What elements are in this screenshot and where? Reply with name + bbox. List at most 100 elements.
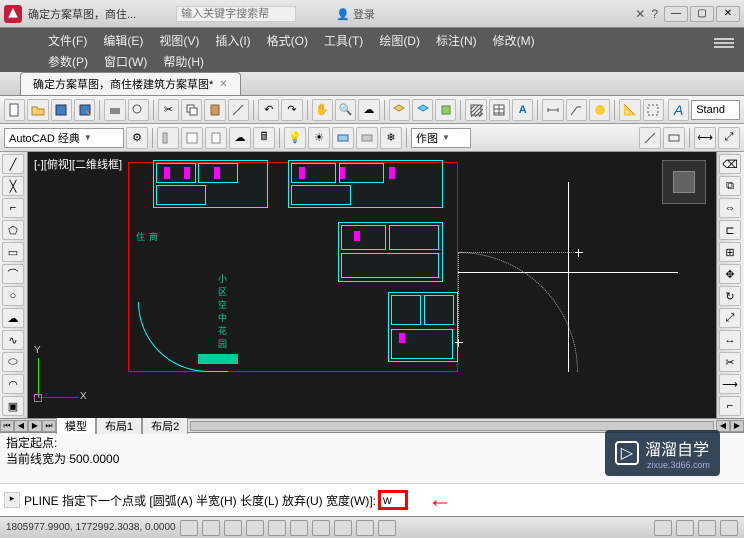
menu-expand-icon[interactable] <box>714 36 734 52</box>
stretch-tool-icon[interactable]: ↔ <box>719 330 741 350</box>
light-icon[interactable]: 💡 <box>284 127 306 149</box>
leader-icon[interactable] <box>566 99 587 121</box>
line-icon[interactable] <box>639 127 661 149</box>
tab-next-icon[interactable]: ▶ <box>28 420 42 432</box>
menu-tools[interactable]: 工具(T) <box>316 30 371 51</box>
menu-view[interactable]: 视图(V) <box>151 30 207 51</box>
select-icon[interactable] <box>643 99 664 121</box>
lwt-toggle[interactable] <box>356 520 374 536</box>
minimize-button[interactable]: — <box>664 6 688 22</box>
layer-off-icon[interactable] <box>356 127 378 149</box>
copy-icon[interactable] <box>181 99 202 121</box>
markup-icon[interactable]: ☁ <box>229 127 251 149</box>
tab-layout1[interactable]: 布局1 <box>96 417 142 434</box>
tab-model[interactable]: 模型 <box>56 417 96 434</box>
app-icon[interactable] <box>4 5 22 23</box>
share-icon[interactable]: ✕ <box>635 7 645 21</box>
offset-tool-icon[interactable]: ⊏ <box>719 220 741 240</box>
drawing-tool-combo[interactable]: 作图 ▼ <box>411 128 471 148</box>
rotate-tool-icon[interactable]: ↻ <box>719 286 741 306</box>
preview-icon[interactable] <box>128 99 149 121</box>
open-icon[interactable] <box>27 99 48 121</box>
scale-tool-icon[interactable]: ⤢ <box>719 308 741 328</box>
menu-help[interactable]: 帮助(H) <box>155 51 212 72</box>
measure-icon[interactable]: 📐 <box>619 99 640 121</box>
command-line[interactable]: ▸ PLINE 指定下一个点或 [圆弧(A) 半宽(H) 长度(L) 放弃(U)… <box>0 483 744 516</box>
calc-icon[interactable]: 🖩 <box>253 127 275 149</box>
erase-tool-icon[interactable]: ⌫ <box>719 154 741 174</box>
render-icon[interactable] <box>589 99 610 121</box>
print-icon[interactable] <box>104 99 125 121</box>
maximize-button[interactable]: ▢ <box>690 6 714 22</box>
command-input[interactable]: w <box>378 490 408 510</box>
zoom-icon[interactable]: 🔍 <box>335 99 356 121</box>
new-icon[interactable] <box>4 99 25 121</box>
style-combo[interactable]: Stand <box>691 100 740 120</box>
pline-tool-icon[interactable]: ⌐ <box>2 198 24 218</box>
menu-insert[interactable]: 插入(I) <box>207 30 258 51</box>
block-icon[interactable] <box>435 99 456 121</box>
menu-file[interactable]: 文件(F) <box>40 30 95 51</box>
text-icon[interactable]: A <box>512 99 533 121</box>
clean-screen[interactable] <box>720 520 738 536</box>
coordinates-readout[interactable]: 1805977.9900, 1772992.3038, 0.0000 <box>6 522 176 533</box>
cut-icon[interactable]: ✂ <box>158 99 179 121</box>
command-icon[interactable]: ▸ <box>4 492 20 508</box>
viewport-label[interactable]: [-][俯视][二维线框] <box>34 156 122 172</box>
layer-icon[interactable] <box>389 99 410 121</box>
arc-tool-icon[interactable]: ⌒ <box>2 264 24 284</box>
paste-icon[interactable] <box>204 99 225 121</box>
layer-prop-icon[interactable] <box>412 99 433 121</box>
mirror-tool-icon[interactable]: ⇔ <box>719 198 741 218</box>
save-icon[interactable] <box>51 99 72 121</box>
line-tool-icon[interactable]: ╱ <box>2 154 24 174</box>
copy-tool-icon[interactable]: ⧉ <box>719 176 741 196</box>
otrack-toggle[interactable] <box>290 520 308 536</box>
dim-linear-icon[interactable]: ⟷ <box>694 127 716 149</box>
match-icon[interactable] <box>228 99 249 121</box>
spline-tool-icon[interactable]: ∿ <box>2 330 24 350</box>
menu-parametric[interactable]: 参数(P) <box>40 51 96 72</box>
tool-palette-icon[interactable] <box>157 127 179 149</box>
tab-close-icon[interactable]: ✕ <box>219 79 227 90</box>
layer-state-icon[interactable] <box>332 127 354 149</box>
polygon-tool-icon[interactable]: ⬠ <box>2 220 24 240</box>
horizontal-scrollbar[interactable] <box>190 421 714 431</box>
dyn-toggle[interactable] <box>334 520 352 536</box>
cloud-icon[interactable]: ☁ <box>358 99 379 121</box>
freeze-icon[interactable]: ❄ <box>380 127 402 149</box>
osnap-toggle[interactable] <box>268 520 286 536</box>
workspace-settings-icon[interactable]: ⚙ <box>126 127 148 149</box>
drawing-canvas[interactable]: [-][俯视][二维线框] <box>28 152 716 418</box>
login-button[interactable]: 👤 登录 <box>336 6 375 22</box>
workspace-switch[interactable] <box>698 520 716 536</box>
workspace-combo[interactable]: AutoCAD 经典 ▼ <box>4 128 124 148</box>
hatch-icon[interactable] <box>465 99 486 121</box>
grid-toggle[interactable] <box>202 520 220 536</box>
menu-window[interactable]: 窗口(W) <box>96 51 155 72</box>
tab-prev-icon[interactable]: ◀ <box>14 420 28 432</box>
revcloud-tool-icon[interactable]: ☁ <box>2 308 24 328</box>
rect-icon[interactable] <box>663 127 685 149</box>
extend-tool-icon[interactable]: ⟶ <box>719 374 741 394</box>
rectangle-tool-icon[interactable]: ▭ <box>2 242 24 262</box>
move-tool-icon[interactable]: ✥ <box>719 264 741 284</box>
tab-first-icon[interactable]: ⏮ <box>0 420 14 432</box>
table-icon[interactable] <box>489 99 510 121</box>
close-button[interactable]: ✕ <box>716 6 740 22</box>
menu-format[interactable]: 格式(O) <box>259 30 316 51</box>
insert-tool-icon[interactable]: ▣ <box>2 396 24 416</box>
model-paper-toggle[interactable] <box>654 520 672 536</box>
menu-draw[interactable]: 绘图(D) <box>371 30 428 51</box>
trim-tool-icon[interactable]: ✂ <box>719 352 741 372</box>
menu-dimension[interactable]: 标注(N) <box>428 30 485 51</box>
ellipse-arc-tool-icon[interactable]: ◠ <box>2 374 24 394</box>
annotate-icon[interactable]: A <box>668 99 689 121</box>
menu-edit[interactable]: 编辑(E) <box>95 30 151 51</box>
document-tab[interactable]: 确定方案草图，商住楼建筑方案草图* ✕ <box>20 72 241 95</box>
dim-aligned-icon[interactable]: ⤢ <box>718 127 740 149</box>
properties-icon[interactable] <box>181 127 203 149</box>
sun-icon[interactable]: ☀ <box>308 127 330 149</box>
tab-layout2[interactable]: 布局2 <box>142 417 188 434</box>
ortho-toggle[interactable] <box>224 520 242 536</box>
